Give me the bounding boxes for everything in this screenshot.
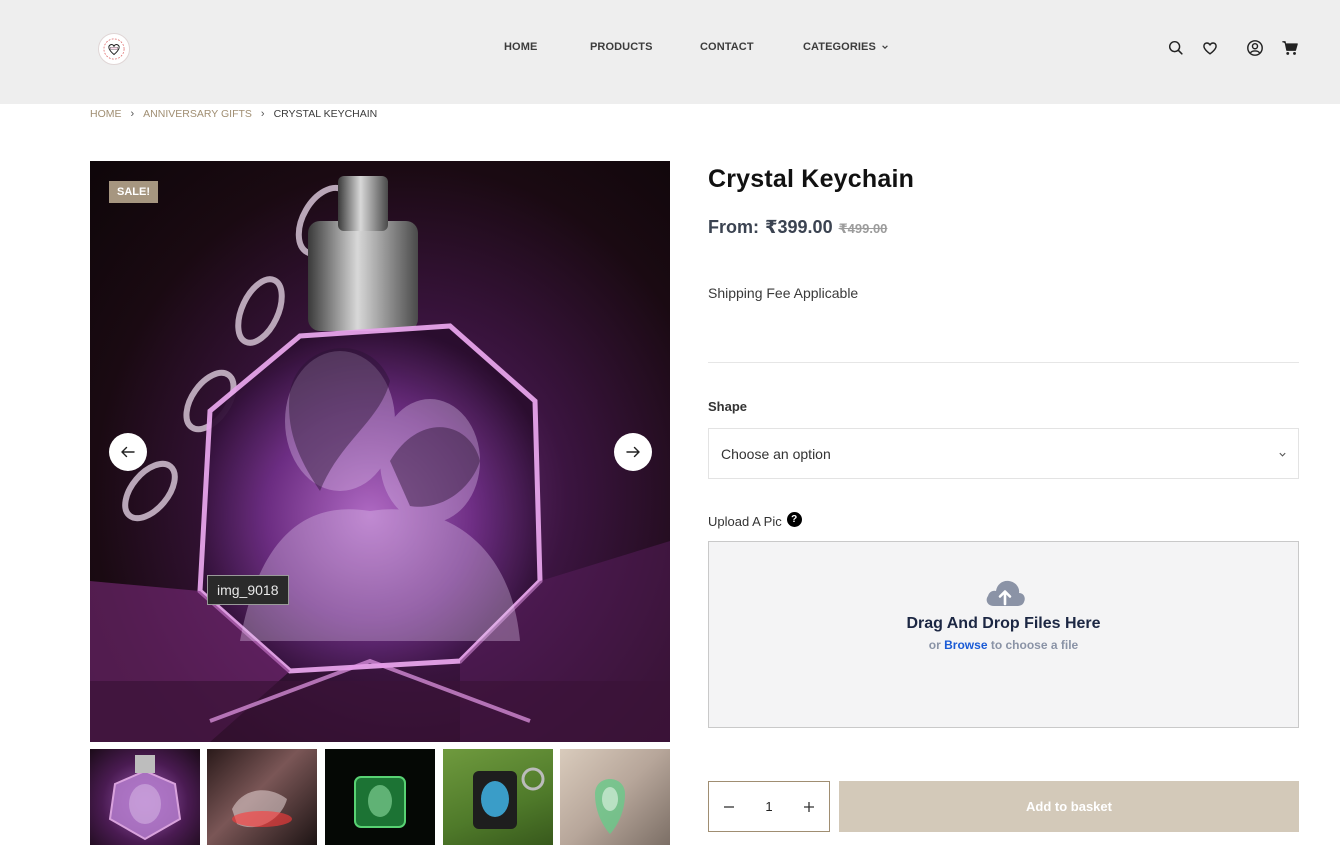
image-tooltip: img_9018 [207, 575, 289, 605]
price-prefix: From: [708, 217, 759, 237]
quantity-input[interactable]: 1 [749, 799, 789, 814]
shape-select-value: Choose an option [721, 445, 831, 462]
thumbnail-2[interactable] [207, 749, 317, 845]
product-price: From: ₹399.00 ₹499.00 [708, 217, 887, 238]
quantity-stepper: 1 [708, 781, 830, 832]
breadcrumb-current: CRYSTAL KEYCHAIN [273, 108, 378, 120]
breadcrumb: HOME › ANNIVERSARY GIFTS › CRYSTAL KEYCH… [90, 107, 377, 121]
nav-home[interactable]: HOME [504, 41, 537, 53]
dropzone-or: or [928, 638, 941, 652]
gallery-next-button[interactable] [614, 433, 652, 471]
nav-products[interactable]: PRODUCTS [590, 41, 653, 53]
chevron-down-icon [882, 45, 888, 49]
product-title: Crystal Keychain [708, 165, 915, 193]
quantity-increase-button[interactable] [789, 782, 829, 831]
dropzone-subtitle: or Browse to choose a file [709, 638, 1298, 652]
chevron-right-icon: › [130, 108, 135, 120]
crystal-keychain-photo [90, 176, 670, 742]
product-main-image[interactable]: SALE! img_9018 [90, 161, 670, 742]
help-icon[interactable]: ? [786, 512, 802, 527]
gallery-prev-button[interactable] [109, 433, 147, 471]
nav-categories[interactable]: CATEGORIES [803, 41, 889, 53]
sale-badge: SALE! [109, 181, 158, 203]
plus-icon [804, 801, 814, 812]
shipping-note: Shipping Fee Applicable [708, 285, 859, 301]
minus-icon [724, 805, 734, 808]
arrow-right-icon [626, 446, 640, 458]
thumbnail-5[interactable] [560, 749, 670, 845]
shape-select[interactable]: Choose an option [708, 428, 1299, 479]
nav-categories-label: CATEGORIES [803, 41, 876, 53]
thumbnail-4[interactable] [443, 749, 553, 845]
arrow-left-icon [121, 446, 135, 458]
chevron-right-icon: › [260, 108, 265, 120]
file-dropzone[interactable]: Drag And Drop Files Here or Browse to ch… [708, 541, 1299, 728]
main-nav: HOME PRODUCTS CONTACT CATEGORIES [0, 41, 1340, 57]
dropzone-title: Drag And Drop Files Here [906, 615, 1101, 632]
nav-contact[interactable]: CONTACT [700, 41, 754, 53]
original-price: ₹499.00 [838, 221, 888, 236]
thumbnail-1[interactable] [90, 749, 200, 845]
dropzone-suffix: to choose a file [990, 638, 1079, 652]
quantity-decrease-button[interactable] [709, 782, 749, 831]
breadcrumb-home[interactable]: HOME [90, 108, 122, 120]
current-price: ₹399.00 [765, 217, 833, 237]
chevron-down-icon [1279, 452, 1286, 457]
shape-label: Shape [708, 399, 748, 414]
upload-label-text: Upload A Pic [708, 514, 782, 529]
upload-label: Upload A Pic ? [708, 512, 802, 529]
thumbnail-3[interactable] [325, 749, 435, 845]
divider [708, 362, 1299, 363]
breadcrumb-anniversary-gifts[interactable]: ANNIVERSARY GIFTS [143, 108, 252, 120]
search-icon[interactable] [1167, 39, 1185, 57]
heart-icon[interactable] [1201, 39, 1219, 57]
browse-link[interactable]: Browse [944, 638, 987, 652]
add-to-basket-button[interactable]: Add to basket [839, 781, 1299, 832]
cart-icon[interactable] [1281, 39, 1299, 57]
account-icon[interactable] [1246, 39, 1264, 57]
site-header: HOME PRODUCTS CONTACT CATEGORIES [0, 0, 1340, 104]
cloud-upload-icon [986, 580, 1025, 606]
